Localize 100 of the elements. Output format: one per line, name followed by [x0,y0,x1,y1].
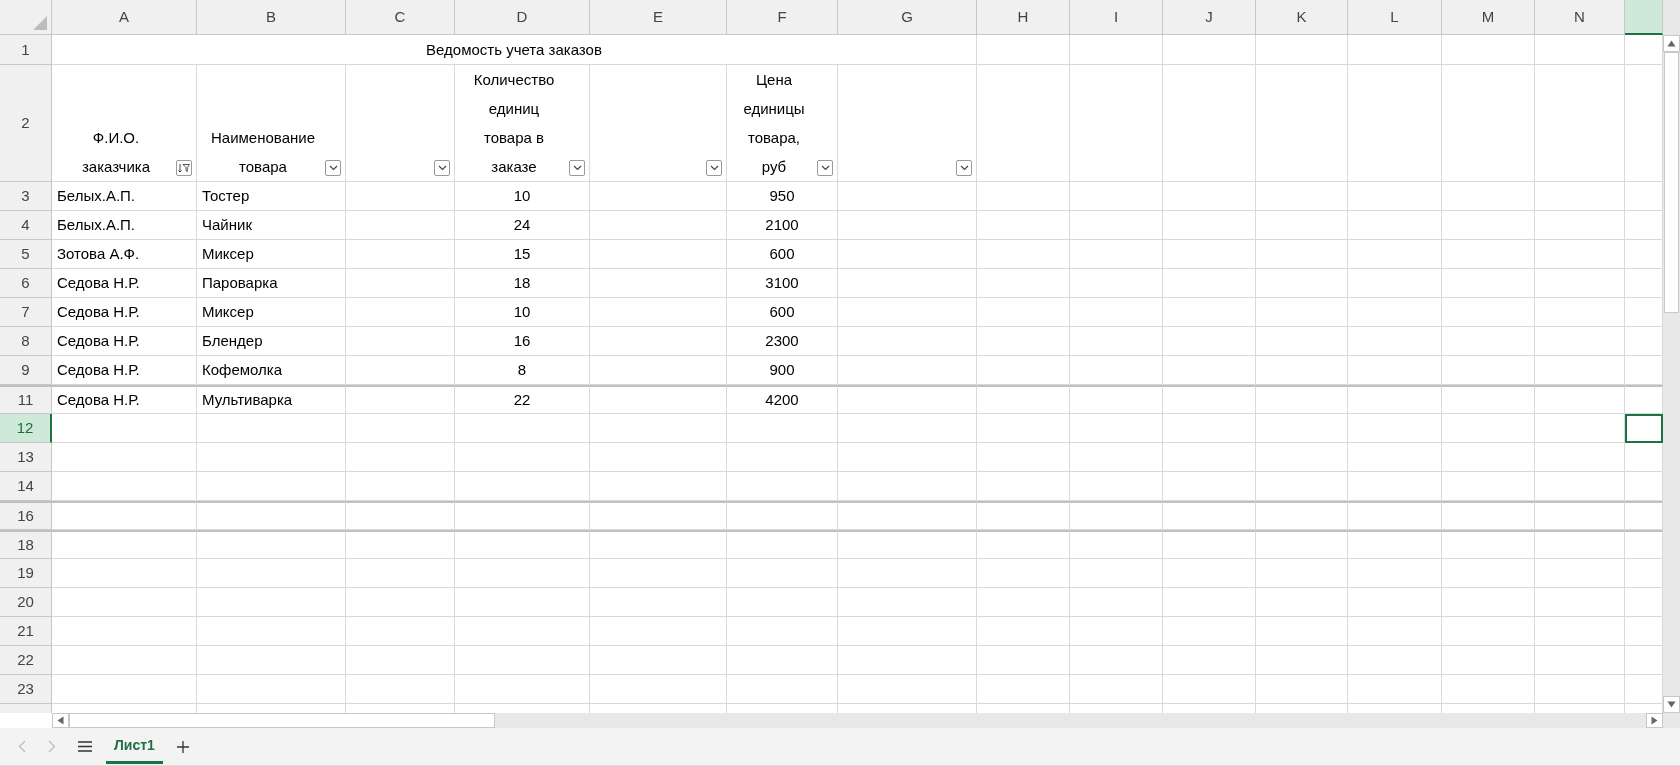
table-cell: 8 [455,356,590,385]
plus-icon [176,740,189,753]
selected-cell[interactable] [1625,414,1663,443]
menu-icon [78,741,92,752]
sort-filter-icon [178,163,190,173]
column-header[interactable]: L [1348,0,1442,35]
column-header[interactable]: I [1070,0,1163,35]
column-header[interactable]: H [977,0,1070,35]
table-cell: 4200 [727,385,838,414]
table-cell: 22 [455,385,590,414]
table-cell: Блендер [197,327,346,356]
chevron-down-icon [328,165,338,171]
corner-triangle-icon [33,16,47,30]
row-header[interactable]: 16 [0,501,52,530]
left-arrow-icon [57,716,64,725]
table-cell: 10 [455,182,590,211]
table-cell: Седова Н.Р. [52,327,197,356]
up-arrow-icon [1667,40,1676,47]
row-header[interactable]: 14 [0,472,52,501]
filter-dropdown-button[interactable] [956,160,972,176]
row-header[interactable]: 13 [0,443,52,472]
chevron-down-icon [959,165,969,171]
table-cell: 2100 [727,211,838,240]
table-cell: Кофемолка [197,356,346,385]
row-header[interactable]: 1 [0,35,52,65]
table-cell: Седова Н.Р. [52,356,197,385]
table-cell: Чайник [197,211,346,240]
column-header[interactable]: K [1256,0,1348,35]
table-cell: Пароварка [197,269,346,298]
sort-filter-button[interactable] [176,160,192,176]
filter-dropdown-button[interactable] [706,160,722,176]
column-heading: Ф.И.О. заказчика [81,128,151,177]
scroll-up-button[interactable] [1663,35,1680,52]
chevron-down-icon [820,165,830,171]
row-header[interactable]: 3 [0,182,52,211]
sheet-tab[interactable]: Лист1 [106,729,163,764]
table-cell: 900 [727,356,838,385]
row-header[interactable]: 9 [0,356,52,385]
column-heading: Цена единицы товара, руб [743,70,805,177]
table-title: Ведомость учета заказов [52,35,977,65]
table-cell: 2300 [727,327,838,356]
row-header[interactable]: 12 [0,414,52,443]
scroll-right-button[interactable] [1646,713,1663,728]
column-header[interactable]: F [727,0,838,35]
table-cell: Белых.А.П. [52,211,197,240]
column-header[interactable]: M [1442,0,1535,35]
column-heading: Количество единиц товара в заказе [473,70,555,177]
column-header[interactable]: A [52,0,197,35]
table-cell: Тостер [197,182,346,211]
column-heading: Наименование товара [211,128,315,177]
row-header[interactable]: 19 [0,559,52,588]
table-cell: 950 [727,182,838,211]
table-cell: 3100 [727,269,838,298]
column-header[interactable]: B [197,0,346,35]
row-header[interactable]: 23 [0,675,52,704]
row-header[interactable]: 8 [0,327,52,356]
filter-dropdown-button[interactable] [817,160,833,176]
table-cell: 10 [455,298,590,327]
row-header[interactable]: 6 [0,269,52,298]
row-header[interactable]: 7 [0,298,52,327]
row-header[interactable]: 11 [0,385,52,414]
column-header[interactable]: C [346,0,455,35]
chevron-down-icon [709,165,719,171]
right-arrow-icon [1651,716,1658,725]
table-cell: Седова Н.Р. [52,385,197,414]
table-cell: 600 [727,240,838,269]
row-header[interactable]: 5 [0,240,52,269]
table-cell: Миксер [197,240,346,269]
table-cell: Миксер [197,298,346,327]
scroll-down-button[interactable] [1663,696,1680,713]
table-cell: Седова Н.Р. [52,269,197,298]
table-cell: 15 [455,240,590,269]
column-header[interactable]: D [455,0,590,35]
scroll-left-button[interactable] [52,713,69,728]
table-cell: 18 [455,269,590,298]
chevron-right-icon [48,740,56,753]
table-cell: Белых.А.П. [52,182,197,211]
column-header[interactable] [1625,0,1663,35]
scrollbar-thumb[interactable] [1664,52,1679,313]
row-header[interactable]: 20 [0,588,52,617]
row-header[interactable]: 21 [0,617,52,646]
table-cell: 16 [455,327,590,356]
row-header[interactable]: 2 [0,65,52,182]
filter-dropdown-button[interactable] [434,160,450,176]
chevron-down-icon [437,165,447,171]
row-header[interactable]: 18 [0,530,52,559]
table-cell: Мультиварка [197,385,346,414]
column-header[interactable]: J [1163,0,1256,35]
column-header[interactable]: G [838,0,977,35]
column-header[interactable]: N [1535,0,1625,35]
row-header[interactable]: 4 [0,211,52,240]
scrollbar-thumb[interactable] [69,713,495,728]
table-cell: 24 [455,211,590,240]
column-header[interactable]: E [590,0,727,35]
table-cell: Седова Н.Р. [52,298,197,327]
row-header[interactable]: 22 [0,646,52,675]
table-cell: Зотова А.Ф. [52,240,197,269]
filter-dropdown-button[interactable] [569,160,585,176]
chevron-left-icon [18,740,26,753]
filter-dropdown-button[interactable] [325,160,341,176]
